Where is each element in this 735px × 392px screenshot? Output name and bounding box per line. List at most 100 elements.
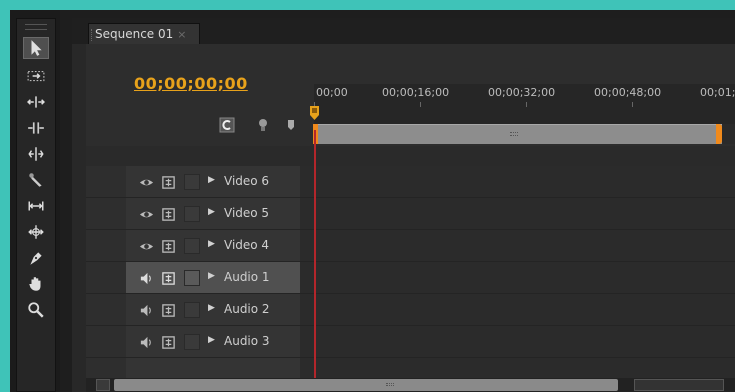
thumb-grip [386, 383, 394, 386]
track-content[interactable] [300, 198, 735, 230]
time-ruler[interactable]: 00;00 00;00;16;00 00;00;32;00 00;00;48;0… [314, 84, 735, 124]
razor-tool-icon[interactable] [23, 169, 49, 191]
ruler-label: 00;00;48;00 [594, 86, 662, 99]
track-partial [86, 358, 735, 378]
eye-icon[interactable] [138, 206, 154, 222]
zoom-tool-icon[interactable] [23, 299, 49, 321]
ruler-tick [420, 102, 421, 107]
track-left-margin [86, 294, 126, 326]
track-name: Audio 3 [224, 334, 270, 348]
track-left-margin [86, 230, 126, 262]
track-name: Video 5 [224, 206, 270, 220]
lock-toggle[interactable] [184, 270, 200, 286]
track-name: Video 4 [224, 238, 270, 252]
track-name: Audio 2 [224, 302, 270, 316]
track-audio-1[interactable]: ▶ Audio 1 [86, 262, 735, 294]
pen-tool-icon[interactable] [23, 247, 49, 269]
set-marker-icon[interactable] [282, 116, 300, 134]
tab-grip [91, 29, 94, 41]
playhead-marker-icon[interactable] [310, 106, 319, 120]
slide-tool-icon[interactable] [23, 221, 49, 243]
work-area-bar[interactable] [314, 124, 722, 144]
lock-toggle[interactable] [184, 174, 200, 190]
speaker-icon[interactable] [138, 270, 154, 286]
eye-icon[interactable] [138, 174, 154, 190]
track-left-margin [86, 326, 126, 358]
ripple-edit-tool-icon[interactable] [23, 91, 49, 113]
track-video-5[interactable]: ▶ Video 5 [86, 198, 735, 230]
scroll-zoom-right[interactable] [634, 379, 724, 391]
track-content[interactable] [300, 262, 735, 294]
slip-tool-icon[interactable] [23, 195, 49, 217]
ruler-label: 00;00;32;00 [488, 86, 556, 99]
snap-icon[interactable] [218, 116, 236, 134]
track-header [126, 358, 300, 378]
scrollbar-thumb[interactable] [114, 379, 618, 391]
track-content[interactable] [300, 230, 735, 262]
track-content [300, 358, 735, 378]
lock-toggle[interactable] [184, 238, 200, 254]
speaker-icon[interactable] [138, 302, 154, 318]
lock-toggle[interactable] [184, 302, 200, 318]
tab-title: Sequence 01 [95, 27, 174, 41]
track-name: Audio 1 [224, 270, 270, 284]
track-audio-3[interactable]: ▶ Audio 3 [86, 326, 735, 358]
set-encore-chapter-marker-icon[interactable] [254, 116, 272, 134]
tools-panel-body [16, 18, 56, 392]
track-video-4[interactable]: ▶ Video 4 [86, 230, 735, 262]
track-audio-2[interactable]: ▶ Audio 2 [86, 294, 735, 326]
sync-lock-icon[interactable] [160, 270, 176, 286]
track-header[interactable]: ▶ Video 5 [126, 198, 300, 230]
scroll-zoom-left[interactable] [96, 379, 110, 391]
tab-bar: Sequence 01 × [72, 18, 735, 44]
panel-grip[interactable] [25, 24, 47, 30]
selection-tool-icon[interactable] [23, 37, 49, 59]
track-left-margin [86, 262, 126, 294]
horizontal-scrollbar[interactable] [86, 378, 735, 392]
rolling-edit-tool-icon[interactable] [23, 117, 49, 139]
sync-lock-icon[interactable] [160, 302, 176, 318]
track-video-6[interactable]: ▶ Video 6 [86, 166, 735, 198]
sync-lock-icon[interactable] [160, 334, 176, 350]
work-area-bar-end [722, 124, 735, 144]
track-left-margin [86, 198, 126, 230]
track-header-row [86, 146, 735, 166]
premiere-app-window: Sequence 01 × 00;00;00;00 00;00 00;00;16… [10, 10, 735, 392]
ruler-tick [632, 102, 633, 107]
rate-stretch-tool-icon[interactable] [23, 143, 49, 165]
sync-lock-icon[interactable] [160, 174, 176, 190]
timeline-body: 00;00;00;00 00;00 00;00;16;00 00;00;32;0… [86, 44, 735, 392]
track-select-tool-icon[interactable] [23, 65, 49, 87]
track-left-margin [86, 166, 126, 198]
track-name: Video 6 [224, 174, 270, 188]
close-icon[interactable]: × [177, 28, 186, 41]
current-timecode[interactable]: 00;00;00;00 [134, 74, 248, 93]
track-header[interactable]: ▶ Video 6 [126, 166, 300, 198]
lock-toggle[interactable] [184, 206, 200, 222]
track-header[interactable]: ▶ Video 4 [126, 230, 300, 262]
ruler-label: 00;00 [316, 86, 348, 99]
expand-arrow-icon[interactable]: ▶ [208, 239, 215, 249]
expand-arrow-icon[interactable]: ▶ [208, 335, 215, 345]
eye-icon[interactable] [138, 238, 154, 254]
track-left-margin [86, 358, 126, 378]
sync-lock-icon[interactable] [160, 206, 176, 222]
timeline-panel: Sequence 01 × 00;00;00;00 00;00 00;00;16… [72, 18, 735, 392]
playhead-line[interactable] [314, 130, 316, 392]
hand-tool-icon[interactable] [23, 273, 49, 295]
lock-toggle[interactable] [184, 334, 200, 350]
speaker-icon[interactable] [138, 334, 154, 350]
expand-arrow-icon[interactable]: ▶ [208, 303, 215, 313]
track-header[interactable]: ▶ Audio 3 [126, 326, 300, 358]
expand-arrow-icon[interactable]: ▶ [208, 175, 215, 185]
expand-arrow-icon[interactable]: ▶ [208, 271, 215, 281]
ruler-label: 00;00;16;00 [382, 86, 450, 99]
track-content[interactable] [300, 166, 735, 198]
sync-lock-icon[interactable] [160, 238, 176, 254]
track-header[interactable]: ▶ Audio 2 [126, 294, 300, 326]
track-header[interactable]: ▶ Audio 1 [126, 262, 300, 294]
tab-sequence-01[interactable]: Sequence 01 × [88, 23, 200, 44]
expand-arrow-icon[interactable]: ▶ [208, 207, 215, 217]
track-content[interactable] [300, 294, 735, 326]
track-content[interactable] [300, 326, 735, 358]
